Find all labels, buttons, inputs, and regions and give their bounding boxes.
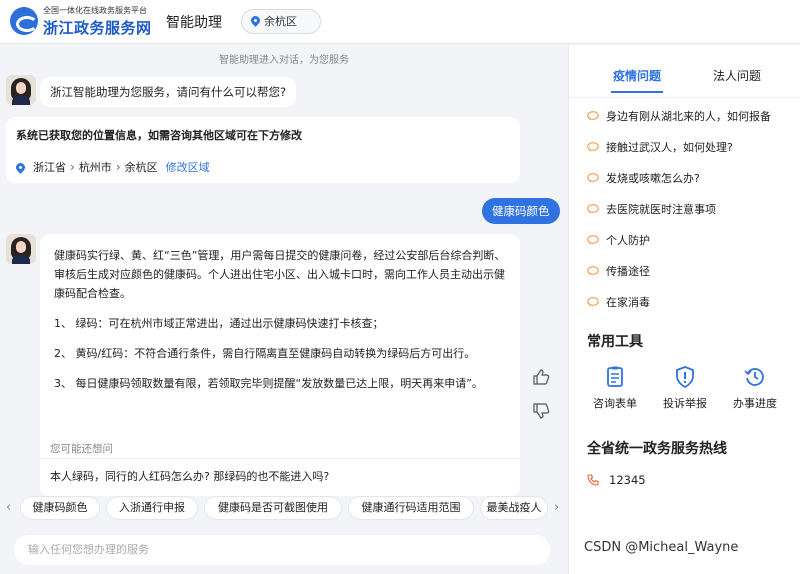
answer-paragraph: 2、 黄码/红码：不符合通行条件，需自行隔离直至健康码自动转换为绿码后方可出行。 — [54, 347, 476, 360]
divider — [40, 458, 520, 459]
faq-item[interactable]: 接触过武汉人，如何处理? — [587, 139, 733, 155]
tool-complaint[interactable]: 投诉举报 — [655, 365, 715, 411]
chat-bubble-icon — [587, 173, 599, 183]
modify-region-link[interactable]: 修改区域 — [166, 159, 210, 175]
chevron-right-icon: › — [70, 160, 75, 174]
chat-input[interactable]: 输入任何您想办理的服务 — [14, 535, 550, 565]
assistant-avatar — [6, 234, 36, 264]
logo-title[interactable]: 浙江政务服务网 — [43, 17, 152, 38]
hotline-title: 全省统一政务服务热线 — [587, 441, 727, 457]
answer-paragraph: 3、 每日健康码领取数量有限，若领取完毕则提醒“发放数量已达上限，明天再来申请”… — [54, 377, 483, 390]
faq-label: 发烧或咳嗽怎么办? — [606, 172, 700, 185]
location-province: 浙江省 — [33, 161, 66, 174]
tab-legal-person[interactable]: 法人问题 — [713, 67, 761, 84]
quick-reply-chip[interactable]: 健康码是否可截图使用 — [204, 496, 342, 520]
logo-subtitle: 全国一体化在线政务服务平台 — [43, 6, 147, 15]
suggested-questions-heading: 您可能还想问 — [50, 443, 113, 455]
history-clock-icon — [744, 368, 764, 386]
shield-alert-icon — [676, 366, 694, 389]
chat-bubble-icon — [587, 204, 599, 214]
faq-label: 传播途径 — [606, 265, 650, 278]
assistant-answer-message: 健康码实行绿、黄、红“三色”管理，用户需每日提交的健康问卷，经过公安部后台综合判… — [40, 234, 520, 468]
top-header: 全国一体化在线政务服务平台 浙江政务服务网 智能助理 余杭区 — [0, 0, 800, 44]
location-pin-icon — [249, 14, 262, 27]
location-pin-icon — [14, 160, 27, 174]
faq-item[interactable]: 身边有刚从湖北来的人，如何报备 — [587, 108, 771, 124]
faq-item[interactable]: 在家消毒 — [587, 294, 650, 310]
page-title: 智能助理 — [166, 15, 222, 31]
region-select-value: 余杭区 — [264, 15, 297, 28]
tool-label: 办事进度 — [733, 397, 777, 410]
answer-paragraph: 健康码实行绿、黄、红“三色”管理，用户需每日提交的健康问卷，经过公安部后台综合判… — [54, 249, 506, 300]
tools-title: 常用工具 — [587, 334, 643, 350]
faq-item[interactable]: 个人防护 — [587, 232, 650, 248]
chat-area: 智能助理进入对话，为您服务 浙江智能助理为您服务，请问有什么可以帮您? 系统已获… — [0, 45, 568, 574]
chat-bubble-icon — [587, 142, 599, 152]
form-icon — [607, 366, 623, 387]
divider — [569, 97, 800, 98]
faq-item[interactable]: 去医院就医时注意事项 — [587, 201, 716, 217]
faq-item[interactable]: 发烧或咳嗽怎么办? — [587, 170, 700, 186]
suggested-question[interactable]: 本人绿码，同行的人红码怎么办? 那绿码的也不能进入吗? — [50, 468, 329, 484]
active-tab-indicator — [611, 91, 663, 93]
location-district: 余杭区 — [124, 161, 158, 174]
location-breadcrumb: 浙江省 › 杭州市 › 余杭区 修改区域 — [14, 159, 210, 175]
tool-label: 投诉举报 — [663, 397, 707, 410]
chevron-left-icon[interactable]: ‹ — [6, 500, 11, 515]
watermark: CSDN @Micheal_Wayne — [584, 540, 739, 555]
quick-reply-chips: ‹ 健康码颜色 入浙通行申报 健康码是否可截图使用 健康通行码适用范围 最美战疫… — [0, 494, 568, 522]
tool-progress[interactable]: 办事进度 — [725, 365, 785, 411]
chat-bubble-icon — [587, 266, 599, 276]
hotline-number: 12345 — [609, 473, 646, 487]
location-city: 杭州市 — [78, 161, 112, 174]
chat-notice: 智能助理进入对话，为您服务 — [219, 55, 349, 66]
quick-reply-chip[interactable]: 最美战疫人 — [480, 496, 548, 520]
faq-item[interactable]: 传播途径 — [587, 263, 650, 279]
quick-reply-chip[interactable]: 健康通行码适用范围 — [348, 496, 474, 520]
answer-paragraph: 1、 绿码：可在杭州市域正常进出，通过出示健康码快速打卡核查； — [54, 317, 384, 330]
chat-bubble-icon — [587, 235, 599, 245]
location-card: 系统已获取您的位置信息，如需咨询其他区域可在下方修改 浙江省 › 杭州市 › 余… — [6, 117, 520, 183]
thumbs-up-icon[interactable] — [532, 368, 550, 386]
chevron-right-icon[interactable]: › — [554, 500, 559, 515]
tool-consult-form[interactable]: 咨询表单 — [585, 365, 645, 411]
chat-bubble-icon — [587, 297, 599, 307]
assistant-avatar — [6, 75, 36, 105]
chat-bubble-icon — [587, 111, 599, 121]
tab-epidemic[interactable]: 疫情问题 — [613, 67, 661, 84]
logo-icon[interactable] — [10, 7, 38, 35]
quick-reply-chip[interactable]: 入浙通行申报 — [106, 496, 198, 520]
thumbs-down-icon[interactable] — [532, 402, 550, 420]
faq-label: 接触过武汉人，如何处理? — [606, 141, 733, 154]
faq-label: 身边有刚从湖北来的人，如何报备 — [606, 110, 771, 123]
chevron-right-icon: › — [115, 160, 121, 174]
tool-label: 咨询表单 — [593, 397, 637, 410]
faq-label: 个人防护 — [606, 234, 650, 247]
quick-reply-chip[interactable]: 健康码颜色 — [20, 496, 100, 520]
assistant-greeting-message: 浙江智能助理为您服务，请问有什么可以帮您? — [40, 77, 297, 107]
faq-label: 去医院就医时注意事项 — [606, 203, 716, 216]
hotline[interactable]: 12345 — [587, 473, 646, 487]
region-select[interactable]: 余杭区 — [241, 9, 321, 34]
user-message: 健康码颜色 — [482, 198, 560, 224]
faq-label: 在家消毒 — [606, 296, 650, 309]
location-card-title: 系统已获取您的位置信息，如需咨询其他区域可在下方修改 — [16, 129, 302, 142]
phone-icon — [587, 474, 609, 486]
suggested-questions-card: 您可能还想问 本人绿码，同行的人红码怎么办? 那绿码的也不能进入吗? — [40, 434, 520, 496]
right-panel: 疫情问题 法人问题 身边有刚从湖北来的人，如何报备 接触过武汉人，如何处理? 发… — [568, 45, 800, 574]
